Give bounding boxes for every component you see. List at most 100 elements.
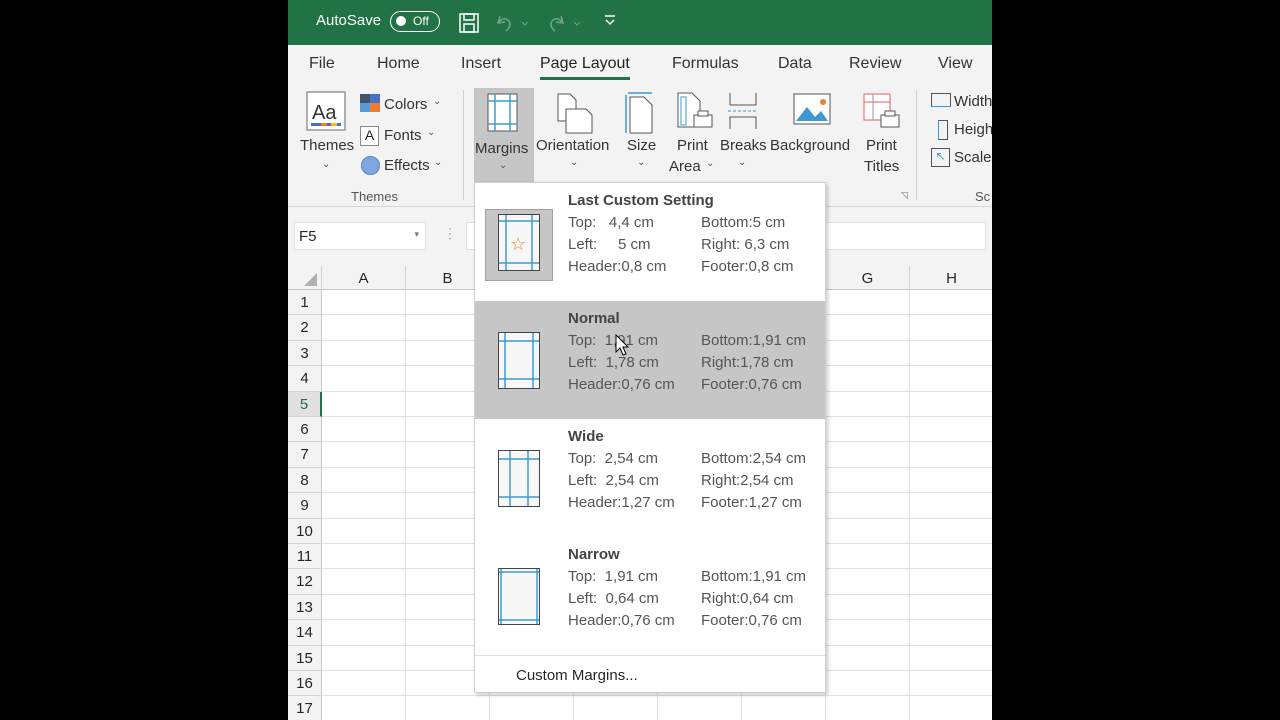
effects-button[interactable]: Effects (384, 157, 430, 174)
footer-margin: Footer:0,76 cm (701, 376, 802, 393)
background-button[interactable]: Background (770, 137, 850, 154)
row-header[interactable]: 17 (288, 696, 322, 720)
margins-dropdown: ☆ Last Custom Setting Top: 4,4 cm Bottom… (474, 182, 826, 693)
option-title: Wide (568, 428, 604, 445)
select-all-button[interactable] (288, 266, 322, 290)
row-header[interactable]: 11 (288, 544, 322, 570)
header-margin: Header:0,76 cm (568, 612, 675, 629)
autosave-toggle[interactable]: Off (390, 11, 440, 32)
redo-icon[interactable] (546, 12, 582, 34)
excel-window: AutoSave Off File Home Insert Page Layou… (288, 0, 992, 720)
name-box-value: F5 (299, 228, 317, 245)
print-titles-label-1[interactable]: Print (866, 137, 897, 154)
option-title: Normal (568, 310, 620, 327)
ribbon-tabs: File Home Insert Page Layout Formulas Da… (288, 45, 992, 85)
title-bar: AutoSave Off (288, 0, 992, 45)
gridline (405, 290, 406, 720)
print-area-label-2[interactable]: Area (669, 158, 701, 175)
row-header[interactable]: 10 (288, 518, 322, 544)
margins-wide-icon (498, 450, 540, 512)
size-icon (625, 92, 653, 134)
column-header[interactable]: H (910, 266, 992, 290)
tab-home[interactable]: Home (377, 55, 420, 73)
print-titles-label-2[interactable]: Titles (864, 158, 899, 175)
print-area-icon (677, 92, 713, 128)
row-header[interactable]: 8 (288, 467, 322, 494)
height-icon (938, 120, 948, 140)
tab-page-layout[interactable]: Page Layout (540, 55, 630, 80)
tab-file[interactable]: File (309, 55, 335, 73)
option-title: Last Custom Setting (568, 192, 714, 209)
width-icon (931, 93, 951, 107)
bottom-margin: Bottom:2,54 cm (701, 450, 807, 467)
themes-group-label: Themes (351, 189, 398, 204)
margins-option-normal[interactable]: Normal Top: 1,91 cm Bottom:1,91 cm Left:… (475, 301, 825, 419)
tab-formulas[interactable]: Formulas (672, 55, 739, 73)
margins-narrow-icon (498, 568, 540, 630)
row-header[interactable]: 12 (288, 569, 322, 595)
row-header[interactable]: 4 (288, 366, 322, 392)
row-header[interactable]: 7 (288, 442, 322, 468)
margins-button[interactable]: Margins ⌄ (474, 88, 534, 183)
bottom-margin: Bottom:5 cm (701, 214, 786, 231)
margins-option-last-custom-setting[interactable]: ☆ Last Custom Setting Top: 4,4 cm Bottom… (475, 183, 825, 301)
column-header[interactable]: A (322, 266, 406, 290)
top-margin: Top: 1,91 cm (568, 568, 659, 585)
mouse-cursor-icon (615, 334, 630, 356)
height-control[interactable]: Heigh (954, 121, 992, 138)
row-header[interactable]: 13 (288, 594, 322, 621)
svg-text:☆: ☆ (510, 234, 526, 254)
breaks-icon (728, 93, 758, 129)
customize-qat-icon[interactable] (604, 14, 616, 28)
left-margin: Left: 2,54 cm (568, 472, 659, 489)
row-header[interactable]: 16 (288, 671, 322, 697)
top-margin: Top: 2,54 cm (568, 450, 659, 467)
formula-bar-splitter[interactable]: ⋮ (443, 225, 457, 242)
scale-control[interactable]: Scale (954, 149, 992, 166)
orientation-button[interactable]: Orientation (536, 137, 609, 154)
save-icon[interactable] (458, 12, 480, 34)
fonts-button[interactable]: Fonts (384, 127, 422, 144)
row-header[interactable]: 2 (288, 315, 322, 341)
row-header[interactable]: 3 (288, 340, 322, 367)
effects-icon (361, 156, 380, 175)
column-header[interactable]: G (826, 266, 910, 290)
colors-button[interactable]: Colors (384, 96, 427, 113)
margins-option-wide[interactable]: Wide Top: 2,54 cm Bottom:2,54 cm Left: 2… (475, 419, 825, 537)
name-box[interactable]: F5 ▾ (294, 222, 426, 250)
tab-view[interactable]: View (938, 55, 972, 73)
custom-margins-button[interactable]: Custom Margins... (475, 655, 825, 693)
tab-insert[interactable]: Insert (461, 55, 501, 73)
row-header[interactable]: 9 (288, 493, 322, 519)
row-header[interactable]: 5 (288, 391, 322, 417)
header-margin: Header:1,27 cm (568, 494, 675, 511)
themes-icon: Aa (306, 91, 346, 131)
right-margin: Right:2,54 cm (701, 472, 794, 489)
chevron-down-icon[interactable]: ▾ (414, 229, 419, 240)
right-margin: Right:0,64 cm (701, 590, 794, 607)
option-title: Narrow (568, 546, 620, 563)
margins-icon (487, 93, 518, 132)
background-icon (793, 93, 831, 125)
page-setup-launcher-icon[interactable]: ◹ (901, 190, 908, 201)
width-control[interactable]: Width (954, 93, 992, 110)
row-header[interactable]: 15 (288, 645, 322, 671)
row-header[interactable]: 14 (288, 620, 322, 646)
size-button[interactable]: Size (627, 137, 656, 154)
breaks-button[interactable]: Breaks (720, 137, 767, 154)
tab-data[interactable]: Data (778, 55, 812, 73)
footer-margin: Footer:0,76 cm (701, 612, 802, 629)
undo-icon[interactable] (494, 12, 530, 34)
row-header[interactable]: 6 (288, 417, 322, 443)
print-area-label-1[interactable]: Print (677, 137, 708, 154)
margins-label: Margins (475, 140, 529, 157)
svg-text:Aa: Aa (312, 102, 337, 124)
left-margin: Left: 1,78 cm (568, 354, 659, 371)
margins-option-narrow[interactable]: Narrow Top: 1,91 cm Bottom:1,91 cm Left:… (475, 537, 825, 655)
right-margin: Right: 6,3 cm (701, 236, 790, 253)
fonts-icon: A (360, 126, 379, 146)
margins-normal-icon (498, 332, 540, 394)
row-header[interactable]: 1 (288, 290, 322, 316)
orientation-icon (557, 93, 593, 134)
tab-review[interactable]: Review (849, 55, 901, 73)
